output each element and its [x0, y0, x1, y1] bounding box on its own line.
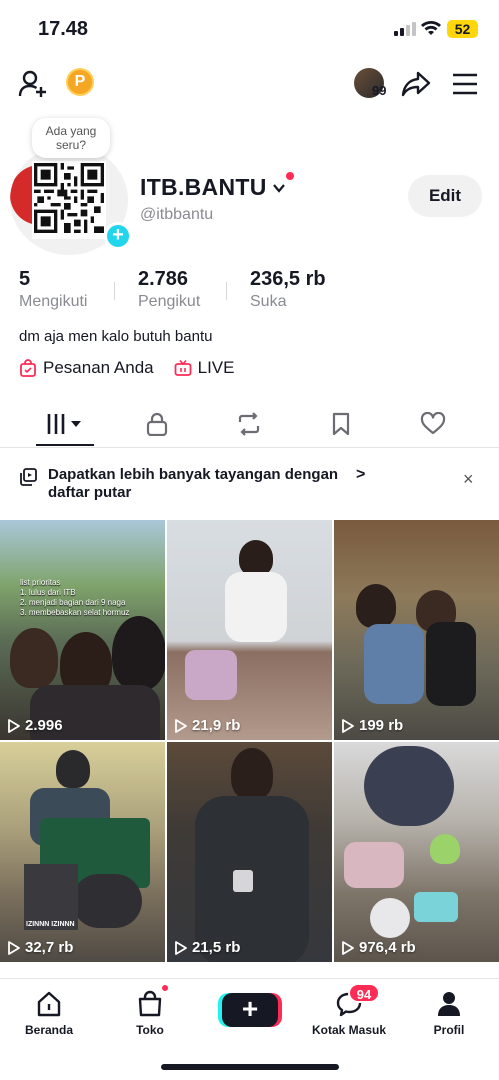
repost-icon	[238, 412, 260, 436]
profile-links: Pesanan Anda LIVE	[19, 356, 254, 380]
live-label: LIVE	[197, 358, 235, 377]
nav-home[interactable]: Beranda	[9, 989, 89, 1037]
stat-likes-label: Suka	[250, 293, 287, 310]
status-time: 17.48	[38, 18, 89, 40]
view-count: 21,5 rb	[175, 939, 240, 956]
video-thumbnail[interactable]: list prioritas 1. lulus dari ITB 2. menjad…	[0, 520, 165, 740]
live-link[interactable]: LIVE	[174, 358, 235, 378]
add-friend-icon[interactable]	[18, 69, 48, 99]
stat-following[interactable]: 5 Mengikuti	[19, 268, 87, 311]
add-photo-button[interactable]: +	[104, 222, 132, 250]
play-icon	[342, 718, 354, 733]
menu-icon[interactable]	[452, 72, 478, 96]
profile-bio: dm aja men kalo butuh bantu	[19, 328, 213, 345]
view-count: 2.996	[8, 717, 63, 734]
video-thumbnail[interactable]: 976,4 rb	[334, 742, 499, 962]
video-grid: list prioritas 1. lulus dari ITB 2. menjad…	[0, 520, 499, 980]
tab-reposts[interactable]	[229, 408, 269, 440]
tab-saved[interactable]	[321, 408, 361, 440]
stat-likes[interactable]: 236,5 rb Suka	[250, 268, 326, 311]
profile-top-bar: P 99	[0, 62, 499, 106]
lock-icon	[146, 412, 168, 436]
nav-inbox-label: Kotak Masuk	[311, 1023, 387, 1037]
heart-icon	[420, 412, 446, 435]
shopping-bag-icon	[138, 990, 162, 1017]
battery-indicator: 52	[447, 20, 478, 38]
play-icon	[8, 940, 20, 955]
profile-stats: 5 Mengikuti 2.786 Pengikut 236,5 rb Suka	[0, 268, 499, 316]
profile-handle: @itbbantu	[140, 206, 214, 223]
inbox-count-badge: 94	[348, 983, 380, 1003]
video-caption: IZINNN IZINNN	[26, 921, 75, 928]
play-icon	[342, 940, 354, 955]
stat-likes-value: 236,5 rb	[250, 268, 326, 290]
edit-profile-button[interactable]: Edit	[408, 175, 482, 217]
chevron-down-icon[interactable]	[271, 180, 287, 196]
play-icon	[175, 940, 187, 955]
view-count: 21,9 rb	[175, 717, 240, 734]
cellular-signal-icon	[394, 22, 416, 36]
video-thumbnail[interactable]: 199 rb	[334, 520, 499, 740]
play-icon	[8, 718, 20, 733]
play-icon	[175, 718, 187, 733]
status-bar: 17.48 52	[0, 0, 499, 60]
view-count: 32,7 rb	[8, 939, 73, 956]
nav-home-label: Beranda	[24, 1023, 74, 1037]
video-thumbnail[interactable]: 21,9 rb	[167, 520, 332, 740]
story-count: 99	[372, 83, 387, 98]
video-thumbnail[interactable]: IZINNN IZINNN 32,7 rb	[0, 742, 165, 962]
stat-following-label: Mengikuti	[19, 293, 88, 310]
profile-tabs	[0, 400, 499, 448]
orders-label: Pesanan Anda	[43, 358, 154, 377]
create-button[interactable]: +	[222, 993, 278, 1027]
note-bubble[interactable]: Ada yang seru?	[32, 118, 110, 158]
qr-code-image	[32, 161, 106, 239]
video-thumbnail[interactable]: 21,5 rb	[167, 742, 332, 962]
coins-icon[interactable]: P	[66, 68, 94, 96]
home-indicator[interactable]	[161, 1064, 339, 1070]
nav-shop[interactable]: Toko	[110, 989, 190, 1037]
chevron-right-icon: >	[356, 466, 366, 483]
stat-following-value: 5	[19, 268, 31, 290]
shop-notification-dot	[160, 983, 170, 993]
bookmark-icon	[332, 412, 350, 436]
playlist-banner[interactable]: Dapatkan lebih banyak tayangan dengan da…	[0, 454, 499, 514]
notification-dot	[286, 172, 294, 180]
view-count: 199 rb	[342, 717, 403, 734]
profile-name: ITB.BANTU	[140, 174, 267, 200]
home-icon	[37, 991, 61, 1017]
live-tv-icon	[174, 359, 192, 376]
share-icon[interactable]	[401, 69, 431, 99]
nav-shop-label: Toko	[136, 1023, 164, 1037]
grid-icon	[47, 414, 81, 434]
nav-profile[interactable]: Profil	[409, 989, 489, 1037]
playlist-icon	[20, 468, 37, 486]
close-icon[interactable]: ×	[463, 469, 474, 490]
stat-followers[interactable]: 2.786 Pengikut	[138, 268, 200, 311]
video-overlay-text: list prioritas 1. lulus dari ITB 2. menjad…	[20, 578, 130, 617]
stat-followers-value: 2.786	[138, 268, 189, 290]
tab-private[interactable]	[137, 408, 177, 440]
active-tab-indicator	[36, 444, 94, 446]
tab-liked[interactable]	[413, 408, 453, 440]
tab-videos[interactable]	[44, 408, 88, 440]
wifi-icon	[421, 21, 441, 35]
orders-link[interactable]: Pesanan Anda	[19, 358, 154, 378]
view-count: 976,4 rb	[342, 939, 416, 956]
shopping-bag-icon	[20, 359, 36, 377]
profile-icon	[438, 992, 460, 1016]
playlist-banner-text: Dapatkan lebih banyak tayangan dengan da…	[48, 466, 339, 501]
nav-profile-label: Profil	[433, 1023, 465, 1037]
stat-followers-label: Pengikut	[138, 293, 201, 310]
